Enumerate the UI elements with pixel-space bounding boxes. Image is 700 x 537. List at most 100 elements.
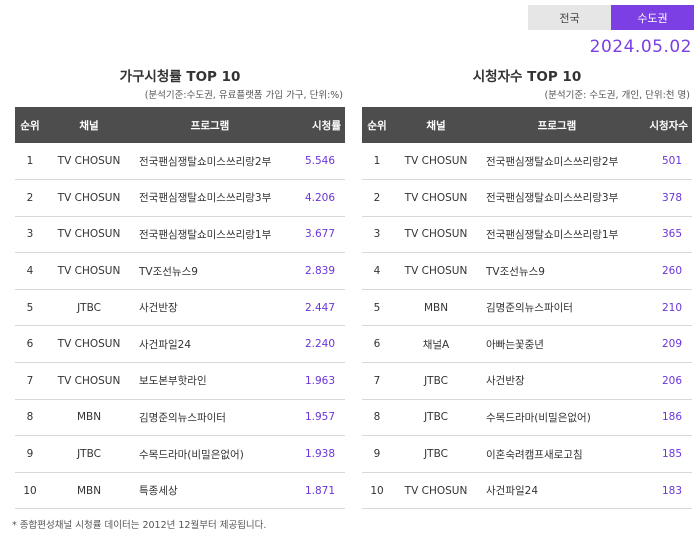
rank-cell: 3 (373, 228, 381, 241)
household-rating-panel: 가구시청률 TOP 10 (분석기준:수도권, 유료플랫폼 가입 가구, 단위:… (15, 67, 345, 509)
program-cell: 사건반장 (486, 375, 525, 388)
table-row: 3 TV CHOSUN 전국팬심쟁탈쇼미스쓰리랑1부 365 (362, 216, 692, 253)
table-row: 6 채널A 아빠는꽃중년 209 (362, 326, 692, 363)
value-cell: 186 (661, 411, 682, 424)
channel-cell: JTBC (424, 374, 448, 387)
tab-capital-area[interactable]: 수도권 (611, 5, 694, 30)
value-cell: 501 (661, 155, 682, 168)
rank-cell: 2 (373, 191, 381, 204)
region-tabs: 전국 수도권 (528, 5, 694, 30)
header-rank: 순위 (367, 119, 387, 132)
channel-cell: TV CHOSUN (404, 191, 468, 204)
rank-cell: 9 (26, 448, 34, 461)
channel-cell: 채널A (422, 338, 450, 351)
table-row: 10 MBN 특종세상 1.871 (15, 472, 345, 509)
program-cell: 수목드라마(비밀은없어) (486, 411, 591, 424)
value-cell: 185 (661, 448, 682, 461)
program-cell: 전국팬심쟁탈쇼미스쓰리랑2부 (486, 155, 619, 168)
program-cell: TV조선뉴스9 (139, 265, 198, 278)
rank-cell: 10 (370, 484, 384, 497)
rank-cell: 8 (26, 411, 34, 424)
rank-cell: 6 (373, 338, 381, 351)
rank-cell: 8 (373, 411, 381, 424)
tab-nationwide[interactable]: 전국 (528, 5, 611, 30)
rank-cell: 10 (23, 484, 37, 497)
panel-title: 가구시청률 TOP 10 (119, 69, 241, 85)
channel-cell: TV CHOSUN (57, 191, 121, 204)
value-cell: 3.677 (304, 228, 335, 241)
table-body: 1 TV CHOSUN 전국팬심쟁탈쇼미스쓰리랑2부 501 2 TV CHOSUN 전국팬… (362, 143, 692, 509)
header-viewers: 시청자수 (649, 119, 688, 132)
table-row: 7 JTBC 사건반장 206 (362, 363, 692, 400)
date-label: 2024.05.02 (589, 37, 692, 57)
rank-cell: 7 (26, 374, 34, 387)
ranking-table: 순위 채널 프로그램 시청자수 1 TV CHOSUN 전국팬심쟁탈쇼미스쓰리랑2부… (362, 107, 692, 509)
header-rank: 순위 (20, 119, 40, 132)
rank-cell: 2 (26, 191, 34, 204)
channel-cell: TV CHOSUN (57, 155, 121, 168)
program-cell: 전국팬심쟁탈쇼미스쓰리랑1부 (139, 228, 272, 241)
value-cell: 210 (661, 301, 682, 314)
rank-cell: 9 (373, 448, 381, 461)
header-rating: 시청률 (312, 119, 341, 132)
program-cell: 전국팬심쟁탈쇼미스쓰리랑1부 (486, 228, 619, 241)
program-cell: 아빠는꽃중년 (486, 338, 544, 351)
channel-cell: TV CHOSUN (404, 228, 468, 241)
program-cell: 김명준의뉴스파이터 (486, 302, 573, 315)
table-body: 1 TV CHOSUN 전국팬심쟁탈쇼미스쓰리랑2부 5.546 2 TV CHOSUN 전… (15, 143, 345, 509)
rank-cell: 4 (373, 265, 381, 278)
channel-cell: MBN (423, 301, 449, 314)
value-cell: 206 (661, 374, 682, 387)
table-header-row: 순위 채널 프로그램 시청자수 (362, 107, 692, 143)
channel-cell: JTBC (424, 411, 448, 424)
value-cell: 183 (661, 484, 682, 497)
table-row: 4 TV CHOSUN TV조선뉴스9 260 (362, 253, 692, 290)
program-cell: 특종세상 (139, 485, 178, 498)
header-program: 프로그램 (537, 119, 577, 132)
rank-cell: 4 (26, 265, 34, 278)
table-header-row: 순위 채널 프로그램 시청률 (15, 107, 345, 143)
value-cell: 2.839 (304, 265, 335, 278)
table-row: 8 JTBC 수목드라마(비밀은없어) 186 (362, 399, 692, 436)
table-row: 9 JTBC 이혼숙려캠프새로고침 185 (362, 436, 692, 473)
value-cell: 1.963 (304, 374, 335, 387)
channel-cell: TV CHOSUN (404, 484, 468, 497)
rank-cell: 5 (26, 301, 34, 314)
table-row: 5 JTBC 사건반장 2.447 (15, 289, 345, 326)
program-cell: 전국팬심쟁탈쇼미스쓰리랑2부 (139, 155, 272, 168)
panel-title: 시청자수 TOP 10 (472, 69, 582, 85)
value-cell: 5.546 (304, 155, 335, 168)
channel-cell: TV CHOSUN (57, 265, 121, 278)
table-row: 8 MBN 김명준의뉴스파이터 1.957 (15, 399, 345, 436)
header-channel: 채널 (426, 119, 446, 132)
table-row: 6 TV CHOSUN 사건파일24 2.240 (15, 326, 345, 363)
viewers-panel: 시청자수 TOP 10 (분석기준: 수도권, 개인, 단위:천 명) 순위 채… (362, 67, 692, 509)
table-row: 9 JTBC 수목드라마(비밀은없어) 1.938 (15, 436, 345, 473)
value-cell: 2.240 (304, 338, 335, 351)
value-cell: 2.447 (304, 301, 335, 314)
channel-cell: TV CHOSUN (404, 265, 468, 278)
rank-cell: 6 (26, 338, 34, 351)
program-cell: TV조선뉴스9 (486, 265, 545, 278)
value-cell: 1.938 (304, 448, 335, 461)
panel-note: (분석기준:수도권, 유료플랫폼 가입 가구, 단위:%) (144, 90, 343, 101)
value-cell: 1.957 (304, 411, 335, 424)
channel-cell: TV CHOSUN (57, 338, 121, 351)
channel-cell: MBN (76, 411, 102, 424)
channel-cell: TV CHOSUN (404, 155, 468, 168)
program-cell: 전국팬심쟁탈쇼미스쓰리랑3부 (139, 192, 272, 205)
value-cell: 1.871 (304, 484, 335, 497)
footnote: * 종합편성채널 시청률 데이터는 2012년 12월부터 제공됩니다. (12, 520, 267, 531)
program-cell: 전국팬심쟁탈쇼미스쓰리랑3부 (486, 192, 619, 205)
value-cell: 378 (661, 191, 682, 204)
header-channel: 채널 (79, 119, 99, 132)
program-cell: 김명준의뉴스파이터 (139, 411, 226, 424)
program-cell: 보도본부핫라인 (139, 375, 207, 388)
table-row: 4 TV CHOSUN TV조선뉴스9 2.839 (15, 253, 345, 290)
ranking-table: 순위 채널 프로그램 시청률 1 TV CHOSUN 전국팬심쟁탈쇼미스쓰리랑2부 5… (15, 107, 345, 509)
table-row: 3 TV CHOSUN 전국팬심쟁탈쇼미스쓰리랑1부 3.677 (15, 216, 345, 253)
channel-cell: JTBC (77, 301, 101, 314)
channel-cell: TV CHOSUN (57, 374, 121, 387)
rank-cell: 7 (373, 374, 381, 387)
rank-cell: 3 (26, 228, 34, 241)
